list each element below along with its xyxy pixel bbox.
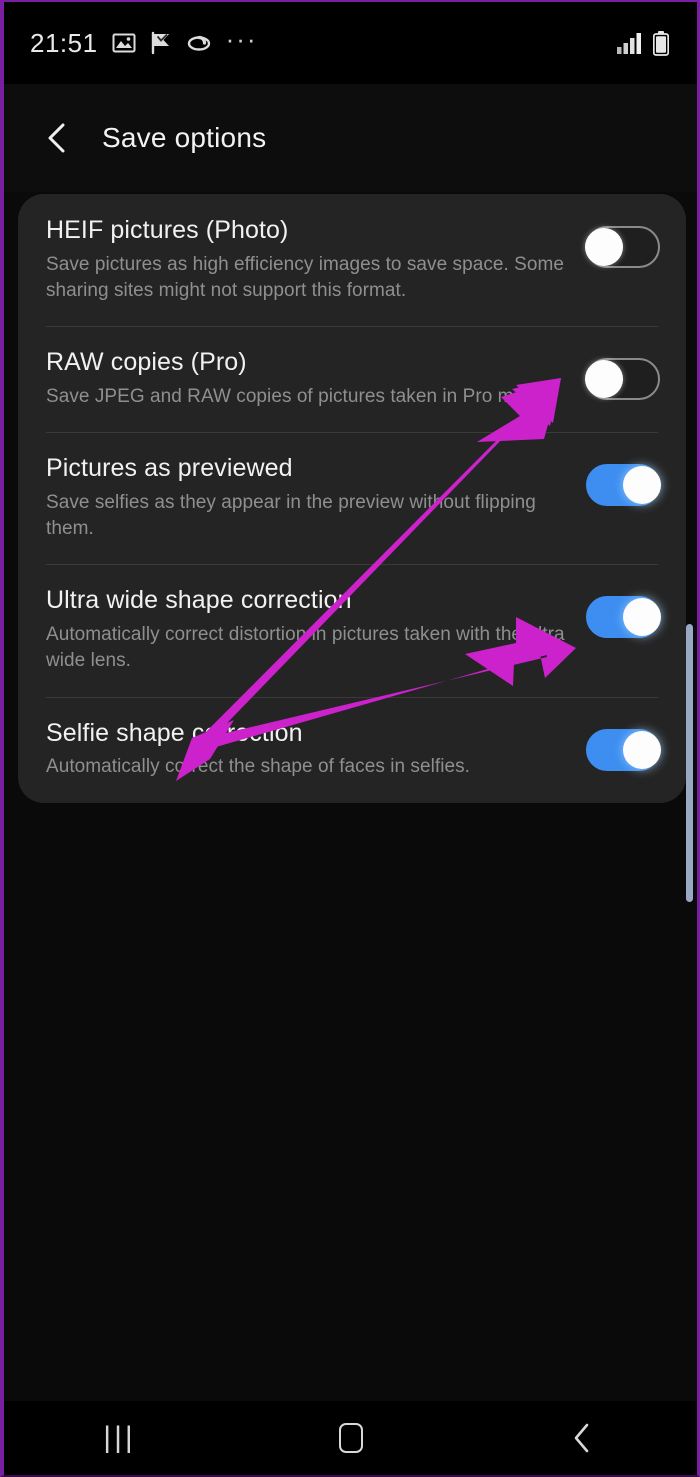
setting-title: Pictures as previewed bbox=[46, 454, 293, 483]
status-bar-right bbox=[617, 30, 669, 56]
setting-row-pictures-as-previewed[interactable]: Pictures as previewed Save selfies as th… bbox=[18, 432, 686, 564]
back-icon bbox=[574, 1423, 588, 1453]
setting-text-block: HEIF pictures (Photo) Save pictures as h… bbox=[46, 216, 586, 304]
status-bar-clock: 21:51 bbox=[30, 28, 98, 58]
flag-icon bbox=[151, 31, 169, 55]
setting-text-block: RAW copies (Pro) Save JPEG and RAW copie… bbox=[46, 348, 586, 410]
status-bar: 21:51 ··· bbox=[4, 2, 697, 84]
toggle-knob bbox=[585, 228, 623, 266]
setting-row-ultra-wide-shape-correction[interactable]: Ultra wide shape correction Automaticall… bbox=[18, 564, 686, 696]
toggle-pictures-as-previewed[interactable] bbox=[586, 464, 661, 507]
home-icon bbox=[338, 1423, 363, 1453]
setting-description: Save JPEG and RAW copies of pictures tak… bbox=[46, 385, 551, 407]
eye-icon bbox=[187, 35, 210, 51]
toggle-selfie-shape-correction[interactable] bbox=[586, 728, 661, 771]
signal-bars-icon bbox=[617, 33, 641, 54]
setting-description: Automatically correct distortion in pict… bbox=[46, 624, 565, 672]
phone-screen: 21:51 ··· Save options HEIF pictures (Ph… bbox=[0, 0, 700, 1477]
page-title: Save options bbox=[102, 122, 267, 153]
status-overflow-dots: ··· bbox=[225, 24, 258, 55]
nav-recents-button[interactable]: ||| bbox=[4, 1401, 235, 1475]
setting-row-heif-pictures[interactable]: HEIF pictures (Photo) Save pictures as h… bbox=[18, 194, 686, 326]
battery-icon bbox=[653, 30, 669, 56]
scrollbar-thumb[interactable] bbox=[686, 624, 693, 902]
toggle-knob bbox=[623, 730, 661, 769]
setting-title: Selfie shape correction bbox=[46, 718, 303, 747]
toggle-knob bbox=[585, 360, 623, 399]
back-chevron-icon[interactable] bbox=[40, 121, 74, 155]
toggle-knob bbox=[623, 466, 661, 505]
setting-title: HEIF pictures (Photo) bbox=[46, 216, 289, 244]
toggle-ultra-wide-shape-correction[interactable] bbox=[586, 596, 661, 639]
recents-icon: ||| bbox=[103, 1421, 136, 1454]
status-bar-left: 21:51 ··· bbox=[30, 24, 258, 58]
toggle-raw-copies[interactable] bbox=[585, 358, 660, 401]
setting-description: Save pictures as high efficiency images … bbox=[46, 253, 564, 301]
setting-row-selfie-shape-correction[interactable]: Selfie shape correction Automatically co… bbox=[18, 696, 686, 803]
toggle-knob bbox=[623, 598, 661, 637]
setting-description: Save selfies as they appear in the previ… bbox=[46, 491, 536, 540]
setting-description: Automatically correct the shape of faces… bbox=[46, 756, 470, 778]
save-options-card: HEIF pictures (Photo) Save pictures as h… bbox=[18, 194, 686, 803]
setting-title: Ultra wide shape correction bbox=[46, 586, 352, 615]
setting-text-block: Selfie shape correction Automatically co… bbox=[46, 719, 586, 781]
setting-row-raw-copies[interactable]: RAW copies (Pro) Save JPEG and RAW copie… bbox=[18, 326, 686, 432]
app-bar: Save options bbox=[4, 84, 697, 192]
setting-text-block: Ultra wide shape correction Automaticall… bbox=[46, 586, 586, 674]
toggle-heif-pictures[interactable] bbox=[585, 226, 660, 268]
setting-text-block: Pictures as previewed Save selfies as th… bbox=[46, 454, 586, 542]
navigation-bar: ||| bbox=[4, 1401, 697, 1475]
gallery-icon bbox=[112, 33, 136, 53]
nav-home-button[interactable] bbox=[235, 1401, 466, 1475]
nav-back-button[interactable] bbox=[466, 1401, 697, 1475]
setting-title: RAW copies (Pro) bbox=[46, 348, 247, 377]
